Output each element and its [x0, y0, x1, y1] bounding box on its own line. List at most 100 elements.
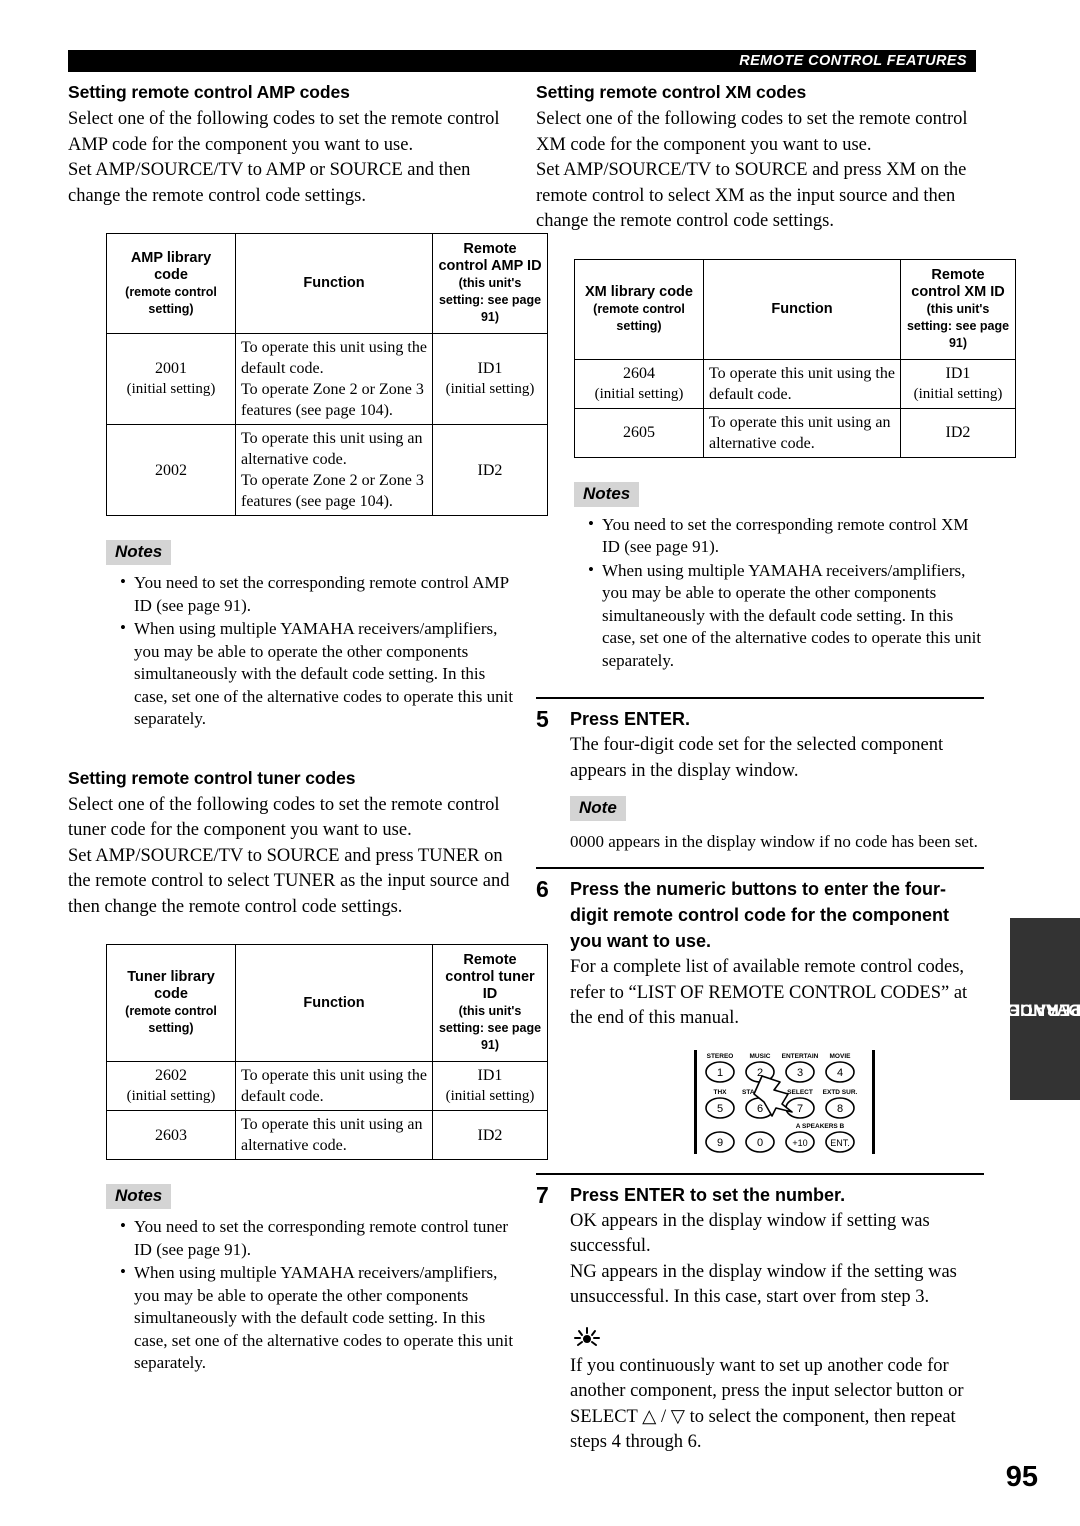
step-5-note-text: 0000 appears in the display window if no…	[570, 832, 978, 851]
tuner-intro-paragraph-1: Select one of the following codes to set…	[68, 794, 500, 841]
table-row: 2605 To operate this unit using an alter…	[574, 407, 1016, 458]
table-row: 2604 (initial setting) To operate this u…	[574, 358, 1016, 409]
step-5-note-label: Note	[570, 796, 626, 821]
amp-notes-list: You need to set the corresponding remote…	[68, 571, 516, 731]
step-6-content: Press the numeric buttons to enter the f…	[570, 876, 984, 1173]
tuner-row1-code-value: 2602	[155, 1067, 187, 1084]
tuner-row2-id: ID2	[432, 1110, 548, 1160]
step-6-number: 6	[536, 876, 549, 902]
right-column: Setting remote control XM codes Select o…	[536, 82, 1016, 1456]
left-column: Setting remote control AMP codes Select …	[68, 82, 548, 1376]
step-6-text: For a complete list of available remote …	[570, 957, 968, 1028]
step-5-content: Press ENTER. The four-digit code set for…	[570, 706, 984, 867]
page-number: 95	[1005, 1461, 1038, 1493]
xm-row1-code-value: 2604	[623, 364, 655, 382]
xm-section-title: Setting remote control XM codes	[536, 82, 807, 102]
tuner-header-code-sub: (remote control setting)	[125, 1004, 217, 1035]
tuner-row1-function: To operate this unit using the default c…	[235, 1061, 433, 1111]
amp-row1-function-line1: To operate this unit using the default c…	[241, 339, 427, 377]
xm-header-code-sub: (remote control setting)	[593, 301, 685, 333]
tuner-codes-table: Tuner library code (remote control setti…	[106, 944, 548, 1160]
tuner-row1-id-value: ID1	[477, 1067, 503, 1084]
tuner-header-id-sub: (this unit's setting: see page 91)	[438, 1004, 542, 1052]
amp-intro-paragraph-1: Select one of the following codes to set…	[68, 109, 500, 155]
xm-header-id-sub: (this unit's setting: see page 91)	[906, 301, 1010, 350]
step-7-content: Press ENTER to set the number. OK appear…	[570, 1182, 984, 1456]
table-row: 2602 (initial setting) To operate this u…	[106, 1061, 548, 1111]
tuner-row1-code-sub: (initial setting)	[126, 1088, 216, 1104]
step-7: 7 Press ENTER to set the number. OK appe…	[536, 1175, 984, 1456]
tuner-section-title: Setting remote control tuner codes	[68, 767, 356, 788]
xm-row2-function: To operate this unit using an alternativ…	[703, 407, 901, 458]
xm-header-id-main: Remote control XM ID	[911, 266, 1005, 300]
keypad-key-5: 5	[717, 1103, 723, 1115]
amp-row2-id-value: ID2	[477, 461, 503, 479]
step-7-heading: Press ENTER to set the number.	[570, 1184, 846, 1205]
table-row: 2001 (initial setting) To operate this u…	[106, 333, 548, 425]
remote-keypad-svg: 1 2 3 4 5 6 7 8 9 0 +10 ENT. STEREO MUSI…	[694, 1049, 875, 1154]
amp-row1-id-sub: (initial setting)	[445, 381, 535, 397]
running-header-title: REMOTE CONTROL FEATURES	[739, 53, 967, 69]
keypad-key-6: 6	[757, 1103, 763, 1115]
xm-header-code: XM library code (remote control setting)	[574, 258, 704, 360]
tuner-row1-id: ID1 (initial setting)	[432, 1061, 548, 1111]
tuner-intro-paragraph-2: Set AMP/SOURCE/TV to SOURCE and press TU…	[68, 845, 510, 917]
table-row: 2603 To operate this unit using an alter…	[106, 1110, 548, 1160]
keypad-label-select: SELECT	[787, 1089, 813, 1096]
list-item: You need to set the corresponding remote…	[120, 1215, 516, 1261]
keypad-key-3: 3	[797, 1067, 803, 1079]
xm-header-code-main: XM library code	[585, 283, 693, 300]
keypad-label-extd-sur: EXTD SUR.	[823, 1089, 858, 1096]
step-6: 6 Press the numeric buttons to enter the…	[536, 869, 984, 1173]
amp-row1-code: 2001 (initial setting)	[106, 333, 236, 425]
step-5-text: The four-digit code set for the selected…	[570, 735, 944, 781]
xm-notes-list: You need to set the corresponding remote…	[536, 513, 984, 673]
amp-header-id-main: Remote control AMP ID	[438, 241, 542, 274]
xm-row1-code: 2604 (initial setting)	[574, 358, 704, 409]
amp-row1-id: ID1 (initial setting)	[432, 333, 548, 425]
amp-row2-id: ID2	[432, 424, 548, 516]
side-tab-line2: OPERATION	[994, 1000, 1080, 1019]
amp-row1-id-value: ID1	[477, 360, 503, 377]
keypad-label-stereo: STEREO	[707, 1053, 734, 1060]
amp-section-title: Setting remote control AMP codes	[68, 82, 350, 102]
xm-row1-function: To operate this unit using the default c…	[703, 358, 901, 409]
step-7-text-1: OK appears in the display window if sett…	[570, 1210, 930, 1257]
keypad-key-ent: ENT.	[830, 1138, 850, 1148]
amp-row1-code-value: 2001	[155, 360, 187, 377]
amp-header-id: Remote control AMP ID (this unit's setti…	[432, 233, 548, 334]
list-item: You need to set the corresponding remote…	[120, 571, 516, 617]
keypad-key-9: 9	[717, 1137, 723, 1149]
table-row: 2002 To operate this unit using an alter…	[106, 424, 548, 516]
keypad-key-0: 0	[757, 1137, 763, 1149]
xm-row1-id-value: ID1	[945, 364, 971, 382]
xm-row1-code-sub: (initial setting)	[594, 385, 684, 402]
xm-row2-id: ID2	[900, 407, 1016, 458]
amp-row2-code-value: 2002	[155, 461, 187, 479]
running-header-bar: REMOTE CONTROL FEATURES	[68, 50, 976, 72]
table-header-row: AMP library code (remote control setting…	[106, 233, 548, 334]
list-item: When using multiple YAMAHA receivers/amp…	[120, 1261, 516, 1375]
tuner-header-function: Function	[235, 944, 433, 1062]
keypad-label-thx: THX	[714, 1089, 728, 1096]
keypad-key-4: 4	[837, 1067, 843, 1079]
amp-header-function: Function	[235, 233, 433, 334]
step-7-number: 7	[536, 1181, 549, 1208]
step-5: 5 Press ENTER. The four-digit code set f…	[536, 699, 984, 867]
side-tab-advanced-operation: ADVANCEDOPERATION	[994, 918, 1080, 1100]
tuner-row1-id-sub: (initial setting)	[445, 1088, 535, 1104]
tip-sun-icon	[570, 1325, 984, 1354]
amp-codes-table: AMP library code (remote control setting…	[106, 233, 548, 516]
keypad-key-plus10: +10	[792, 1138, 807, 1148]
list-item: You need to set the corresponding remote…	[588, 513, 984, 559]
tuner-row2-function: To operate this unit using an alternativ…	[235, 1110, 433, 1160]
keypad-label-entertain: ENTERTAIN	[782, 1053, 819, 1060]
amp-row2-code: 2002	[106, 424, 236, 516]
xm-row2-code: 2605	[574, 407, 704, 458]
step-5-number: 5	[536, 706, 549, 732]
tuner-header-code: Tuner library code (remote control setti…	[106, 944, 236, 1062]
amp-intro-paragraph-2: Set AMP/SOURCE/TV to AMP or SOURCE and t…	[68, 160, 471, 206]
keypad-key-1: 1	[717, 1067, 723, 1079]
xm-header-function: Function	[703, 258, 901, 360]
amp-header-code: AMP library code (remote control setting…	[106, 233, 236, 334]
